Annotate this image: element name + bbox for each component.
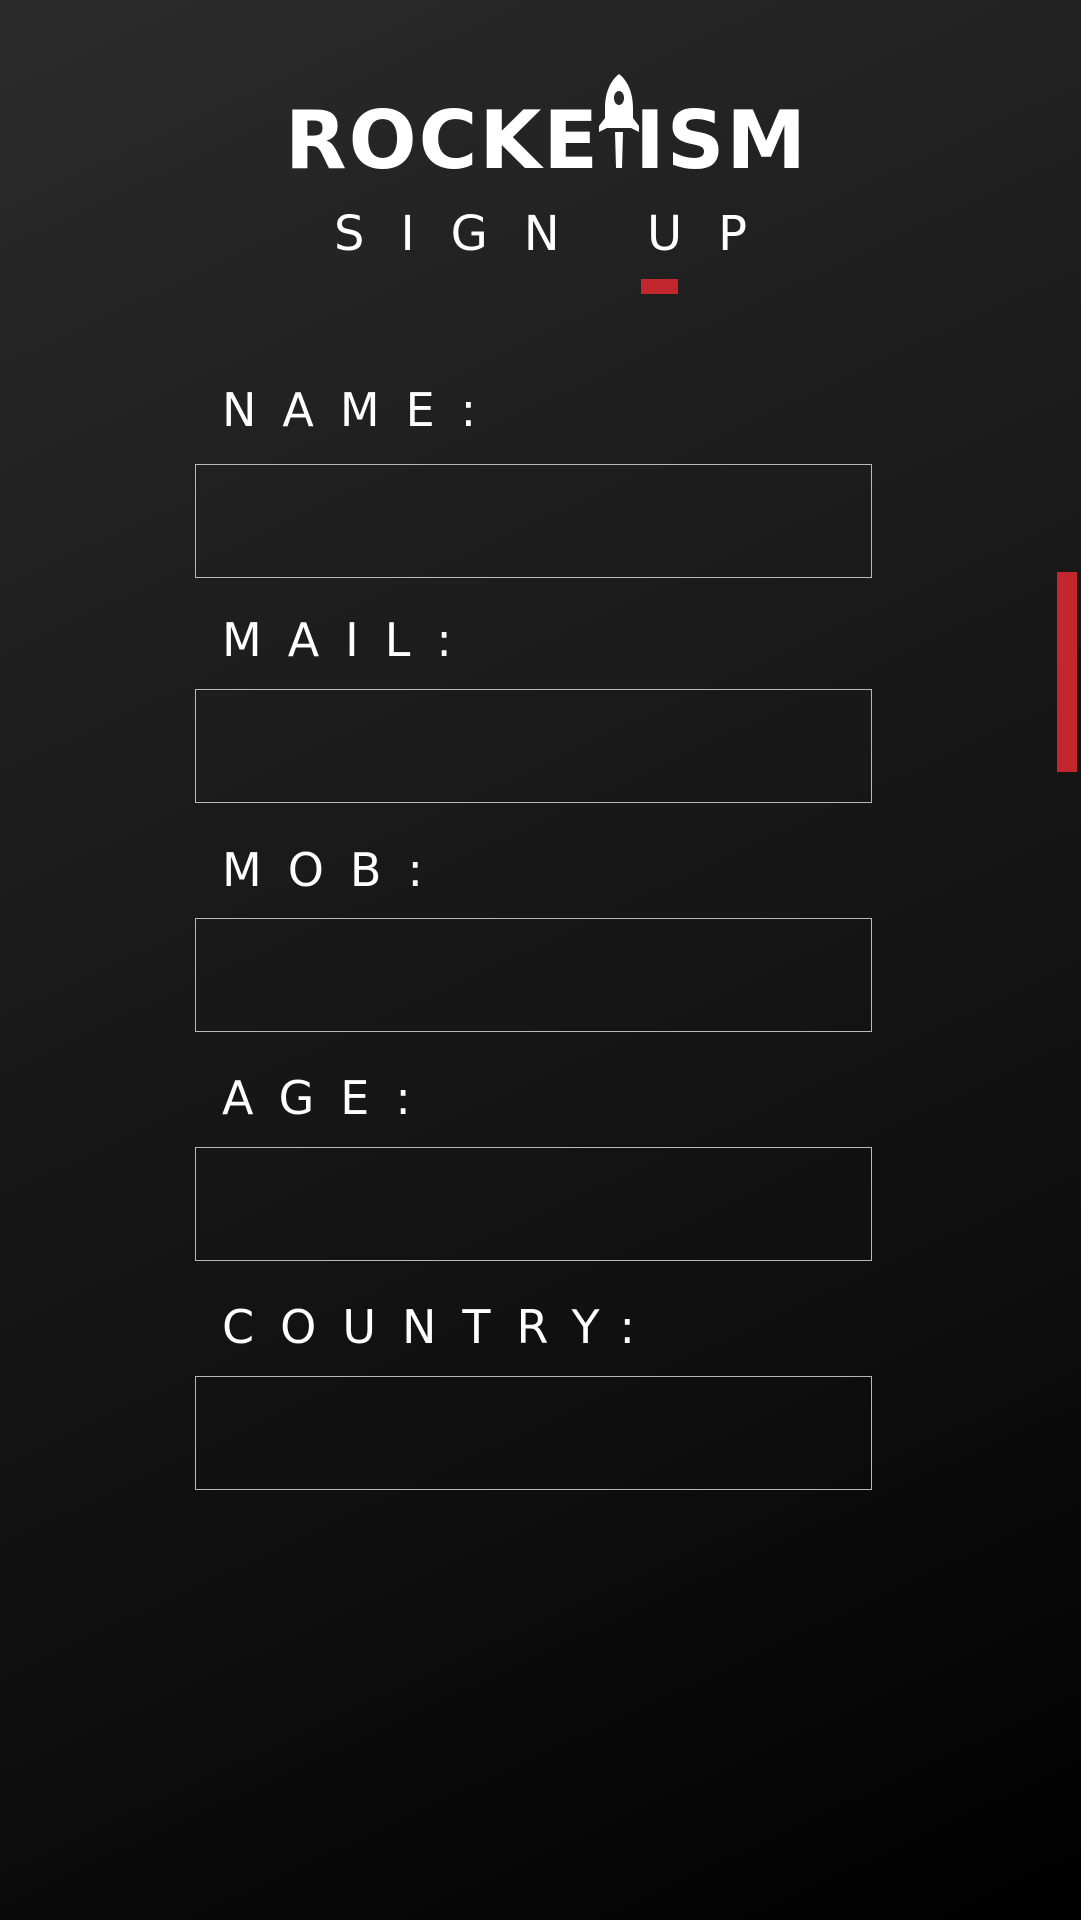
title-accent-bar [641,279,678,294]
logo-text-left: ROCKE [285,94,600,180]
name-label: NAME: [222,383,503,437]
scroll-indicator[interactable] [1057,572,1077,772]
name-input[interactable] [195,464,872,578]
rocket-icon [599,74,639,168]
age-input[interactable] [195,1147,872,1261]
signup-screen: ROCKE ISM SIGN UP NAME: MAIL: MOB: AGE: … [0,0,1081,1920]
age-label: AGE: [222,1071,437,1125]
mobile-label: MOB: [222,843,449,897]
mail-label: MAIL: [222,613,478,667]
mobile-input[interactable] [195,918,872,1032]
country-input[interactable] [195,1376,872,1490]
country-label: COUNTRY: [222,1300,662,1354]
page-title: SIGN UP [333,206,784,262]
mail-input[interactable] [195,689,872,803]
logo-text-right: ISM [635,94,808,180]
app-logo: ROCKE ISM [0,70,1081,180]
